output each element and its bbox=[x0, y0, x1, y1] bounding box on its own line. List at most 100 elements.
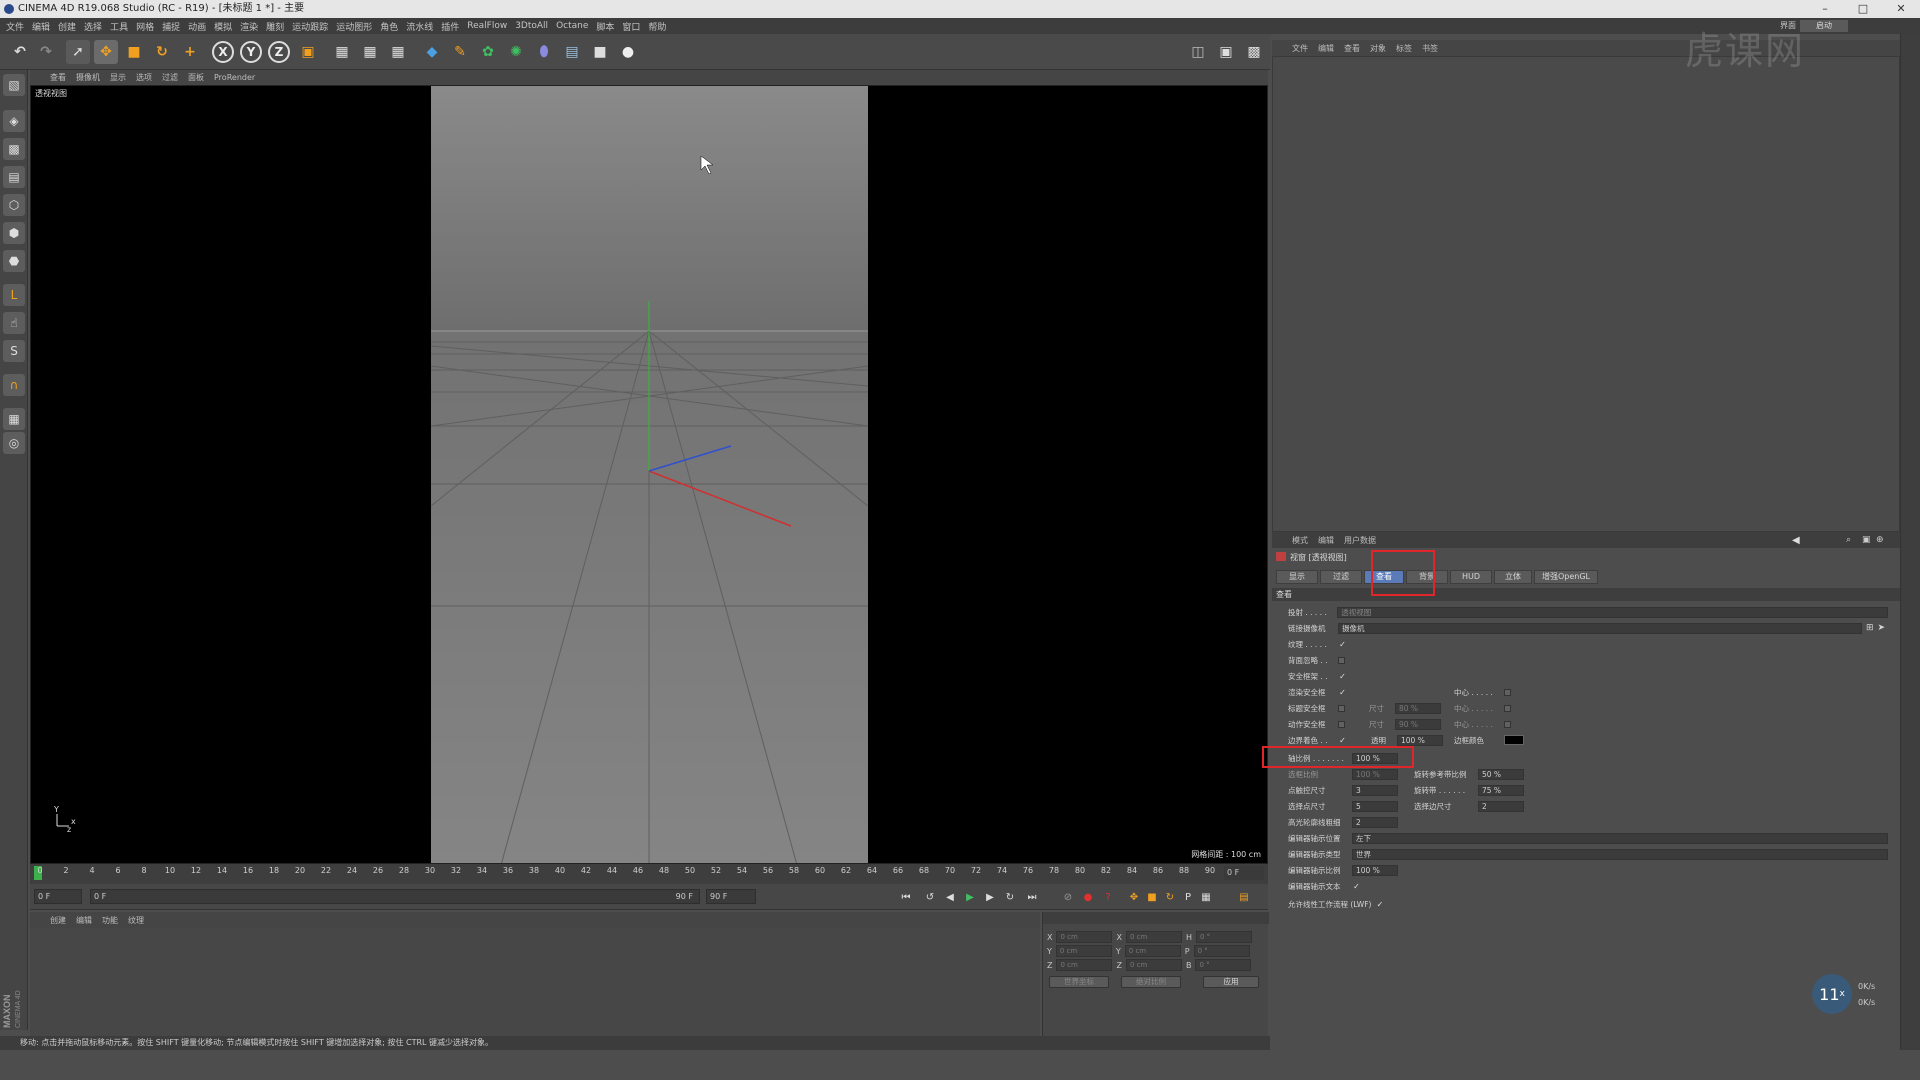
scale-tool-icon[interactable]: ■ bbox=[122, 40, 146, 64]
menu-item[interactable]: 插件 bbox=[441, 20, 459, 33]
menu-item[interactable]: 工具 bbox=[110, 20, 128, 33]
end-frame-field[interactable]: 90 F bbox=[706, 889, 756, 904]
attr-tab[interactable]: 过滤 bbox=[1320, 570, 1362, 584]
prev-key-icon[interactable]: ↺ bbox=[922, 889, 938, 905]
cloner-icon[interactable]: ✺ bbox=[504, 40, 528, 64]
key-rotate-icon[interactable]: ↻ bbox=[1162, 889, 1178, 905]
new-panel-icon[interactable]: ⊕ bbox=[1876, 535, 1884, 545]
object-menu-item[interactable]: 对象 bbox=[1370, 43, 1386, 54]
camera-picker-icon[interactable]: ⊞ bbox=[1866, 623, 1874, 633]
render-safe-checkbox[interactable]: ✓ bbox=[1338, 688, 1347, 697]
coord-scale-dropdown[interactable]: 绝对比例 bbox=[1121, 976, 1181, 988]
menu-item[interactable]: 选择 bbox=[84, 20, 102, 33]
opacity-field[interactable]: 100 % bbox=[1397, 734, 1443, 746]
rotate-tool-icon[interactable]: ↻ bbox=[150, 40, 174, 64]
border-color-swatch[interactable] bbox=[1504, 735, 1524, 745]
sel-edge-field[interactable]: 2 bbox=[1478, 800, 1524, 812]
menu-item[interactable]: 运动图形 bbox=[336, 20, 372, 33]
key-param-icon[interactable]: P bbox=[1180, 889, 1196, 905]
material-menu-item[interactable]: 纹理 bbox=[128, 915, 144, 926]
menu-item[interactable]: 窗口 bbox=[622, 20, 640, 33]
object-menu-item[interactable]: 文件 bbox=[1292, 43, 1308, 54]
paint-icon[interactable]: ◎ bbox=[3, 432, 25, 454]
layout-icon[interactable]: ▣ bbox=[1214, 40, 1238, 64]
menu-item[interactable]: 运动跟踪 bbox=[292, 20, 328, 33]
attribute-menu-item[interactable]: 模式 bbox=[1292, 535, 1308, 546]
material-menu-item[interactable]: 编辑 bbox=[76, 915, 92, 926]
attr-tab[interactable]: 立体 bbox=[1494, 570, 1532, 584]
workplane-mode-icon[interactable]: ▤ bbox=[3, 166, 25, 188]
play-icon[interactable]: ▶ bbox=[962, 889, 978, 905]
menu-item[interactable]: 动画 bbox=[188, 20, 206, 33]
menu-item[interactable]: 角色 bbox=[380, 20, 398, 33]
texture-mode-icon[interactable]: ▩ bbox=[3, 138, 25, 160]
attr-tab[interactable]: 增强OpenGL bbox=[1534, 570, 1598, 584]
timeline-end-field[interactable]: 0 F bbox=[1224, 866, 1264, 880]
next-key-icon[interactable]: ↻ bbox=[1002, 889, 1018, 905]
menu-item[interactable]: RealFlow bbox=[467, 21, 507, 31]
move-tool-icon[interactable]: ✥ bbox=[94, 40, 118, 64]
menu-item[interactable]: 渲染 bbox=[240, 20, 258, 33]
close-button[interactable]: ✕ bbox=[1882, 0, 1920, 18]
menu-item[interactable]: 帮助 bbox=[648, 20, 666, 33]
action-center-checkbox[interactable] bbox=[1504, 720, 1511, 728]
cube-icon[interactable]: ◆ bbox=[420, 40, 444, 64]
coord-field[interactable]: 0 ° bbox=[1193, 945, 1250, 957]
key-scale-icon[interactable]: ■ bbox=[1144, 889, 1160, 905]
maximize-button[interactable]: □ bbox=[1844, 0, 1882, 18]
object-menu-item[interactable]: 书签 bbox=[1422, 43, 1438, 54]
menu-item[interactable]: 编辑 bbox=[32, 20, 50, 33]
magnet-icon[interactable]: ∩ bbox=[3, 374, 25, 396]
coord-field[interactable]: 0 cm bbox=[1056, 931, 1113, 943]
scheme-icon[interactable]: ▤ bbox=[1236, 889, 1252, 905]
start-frame-field[interactable]: 0 F bbox=[34, 889, 82, 904]
object-menu-item[interactable]: 查看 bbox=[1344, 43, 1360, 54]
safe-frame-checkbox[interactable]: ✓ bbox=[1338, 672, 1347, 681]
render-view-icon[interactable]: ▦ bbox=[330, 40, 354, 64]
coord-field[interactable]: 0 cm bbox=[1056, 959, 1113, 971]
viewport-menu-item[interactable]: 查看 bbox=[50, 72, 66, 83]
tweak-mode-icon[interactable]: ☝ bbox=[3, 312, 25, 334]
subdivision-icon[interactable]: ✿ bbox=[476, 40, 500, 64]
workplane-icon[interactable]: ▩ bbox=[1242, 40, 1266, 64]
next-frame-icon[interactable]: ▶ bbox=[982, 889, 998, 905]
title-size-field[interactable]: 80 % bbox=[1395, 702, 1441, 714]
render-safe-center-checkbox[interactable] bbox=[1504, 688, 1511, 696]
coord-field[interactable]: 0 cm bbox=[1125, 931, 1182, 943]
object-menu-item[interactable]: 编辑 bbox=[1318, 43, 1334, 54]
viewport-menu-item[interactable]: 摄像机 bbox=[76, 72, 100, 83]
object-manager[interactable] bbox=[1272, 56, 1900, 532]
axis-mode-icon[interactable]: L bbox=[3, 284, 25, 306]
make-editable-icon[interactable]: ▧ bbox=[3, 74, 25, 96]
material-menu-item[interactable]: 创建 bbox=[50, 915, 66, 926]
light-icon[interactable]: ● bbox=[616, 40, 640, 64]
menu-item[interactable]: 模拟 bbox=[214, 20, 232, 33]
pick-arrow-icon[interactable]: ➤ bbox=[1878, 623, 1886, 633]
render-settings-icon[interactable]: ▦ bbox=[386, 40, 410, 64]
perspective-viewport[interactable]: Y x z 透视视图 网格间距 : 100 cm bbox=[30, 85, 1268, 864]
go-end-icon[interactable]: ⏭ bbox=[1024, 889, 1040, 905]
lock-icon[interactable]: ▣ bbox=[1862, 535, 1871, 545]
hud-pos-dropdown[interactable]: 左下 bbox=[1352, 832, 1888, 844]
edges-mode-icon[interactable]: ⬢ bbox=[3, 222, 25, 244]
menu-item[interactable]: 3DtoAll bbox=[515, 21, 548, 31]
object-menu-item[interactable]: 标签 bbox=[1396, 43, 1412, 54]
points-mode-icon[interactable]: ⬡ bbox=[3, 194, 25, 216]
record-icon[interactable]: ● bbox=[1080, 889, 1096, 905]
back-arrow-icon[interactable]: ◀ bbox=[1792, 535, 1800, 546]
pen-icon[interactable]: ✎ bbox=[448, 40, 472, 64]
menu-item[interactable]: 雕刻 bbox=[266, 20, 284, 33]
menu-item[interactable]: 流水线 bbox=[406, 20, 433, 33]
linked-camera-field[interactable]: 摄像机 bbox=[1338, 622, 1862, 634]
polygons-mode-icon[interactable]: ⬣ bbox=[3, 250, 25, 272]
deformer-icon[interactable]: ⬮ bbox=[532, 40, 556, 64]
rot-band-field[interactable]: 75 % bbox=[1478, 784, 1524, 796]
viewport-menu-item[interactable]: ProRender bbox=[214, 73, 255, 82]
minimize-button[interactable]: – bbox=[1806, 0, 1844, 18]
search-icon[interactable]: ⌕ bbox=[1846, 535, 1851, 545]
coord-field[interactable]: 0 cm bbox=[1125, 959, 1182, 971]
rot-ref-field[interactable]: 50 % bbox=[1478, 768, 1524, 780]
sel-point-field[interactable]: 5 bbox=[1352, 800, 1398, 812]
lock-workplane-icon[interactable]: ▦ bbox=[3, 408, 25, 430]
point-size-field[interactable]: 3 bbox=[1352, 784, 1398, 796]
